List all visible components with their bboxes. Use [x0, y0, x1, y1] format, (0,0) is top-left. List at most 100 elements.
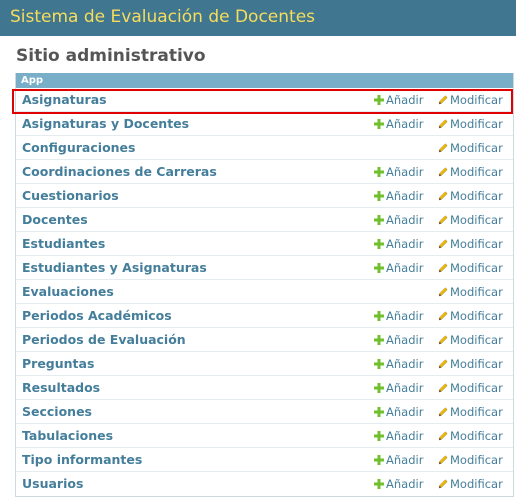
change-link[interactable]: Modificar [438, 285, 503, 299]
plus-icon [374, 191, 384, 201]
model-row: Preguntas Añadir Modificar [16, 352, 513, 376]
add-label: Añadir [386, 453, 424, 467]
plus-icon [374, 479, 384, 489]
plus-icon [374, 263, 384, 273]
model-link[interactable]: Tipo informantes [22, 452, 142, 468]
change-label: Modificar [450, 309, 503, 323]
model-row: Configuraciones Modificar [16, 136, 513, 160]
module-caption[interactable]: App [16, 73, 513, 88]
model-link[interactable]: Usuarios [22, 476, 83, 492]
model-link[interactable]: Asignaturas [22, 92, 107, 108]
model-row: Cuestionarios Añadir Modificar [16, 184, 513, 208]
add-link[interactable]: Añadir [374, 429, 423, 443]
model-link[interactable]: Evaluaciones [22, 284, 114, 300]
pencil-icon [438, 431, 448, 441]
add-link[interactable]: Añadir [374, 477, 423, 491]
add-label: Añadir [386, 333, 424, 347]
change-link[interactable]: Modificar [438, 165, 503, 179]
add-link[interactable]: Añadir [374, 261, 423, 275]
model-link[interactable]: Tabulaciones [22, 428, 113, 444]
add-link[interactable]: Añadir [374, 453, 423, 467]
model-link[interactable]: Periodos Académicos [22, 308, 172, 324]
model-row: Estudiantes y Asignaturas Añadir Modificar [16, 256, 513, 280]
pencil-icon [438, 239, 448, 249]
change-link[interactable]: Modificar [438, 477, 503, 491]
add-link[interactable]: Añadir [374, 333, 423, 347]
model-row: Docentes Añadir Modificar [16, 208, 513, 232]
change-link[interactable]: Modificar [438, 237, 503, 251]
change-link[interactable]: Modificar [438, 309, 503, 323]
add-link[interactable]: Añadir [374, 189, 423, 203]
change-label: Modificar [450, 405, 503, 419]
change-link[interactable]: Modificar [438, 333, 503, 347]
model-link[interactable]: Estudiantes [22, 236, 105, 252]
model-link[interactable]: Configuraciones [22, 140, 135, 156]
change-label: Modificar [450, 477, 503, 491]
add-label: Añadir [386, 165, 424, 179]
add-link[interactable]: Añadir [374, 381, 423, 395]
change-link[interactable]: Modificar [438, 429, 503, 443]
model-row: Periodos de Evaluación Añadir Modificar [16, 328, 513, 352]
change-link[interactable]: Modificar [438, 405, 503, 419]
add-link[interactable]: Añadir [374, 213, 423, 227]
model-link[interactable]: Coordinaciones de Carreras [22, 164, 217, 180]
model-row: Asignaturas Añadir Modificar [16, 88, 513, 112]
plus-icon [374, 383, 384, 393]
add-link[interactable]: Añadir [374, 117, 423, 131]
plus-icon [374, 431, 384, 441]
pencil-icon [438, 311, 448, 321]
plus-icon [374, 119, 384, 129]
change-label: Modificar [450, 261, 503, 275]
pencil-icon [438, 383, 448, 393]
change-link[interactable]: Modificar [438, 141, 503, 155]
change-link[interactable]: Modificar [438, 189, 503, 203]
add-link[interactable]: Añadir [374, 357, 423, 371]
pencil-icon [438, 215, 448, 225]
model-link[interactable]: Estudiantes y Asignaturas [22, 260, 207, 276]
model-link[interactable]: Asignaturas y Docentes [22, 116, 189, 132]
site-title[interactable]: Sistema de Evaluación de Docentes [10, 7, 315, 27]
pencil-icon [438, 263, 448, 273]
model-link[interactable]: Resultados [22, 380, 100, 396]
change-link[interactable]: Modificar [438, 453, 503, 467]
pencil-icon [438, 191, 448, 201]
model-link[interactable]: Cuestionarios [22, 188, 119, 204]
change-label: Modificar [450, 213, 503, 227]
pencil-icon [438, 167, 448, 177]
pencil-icon [438, 95, 448, 105]
model-row: Tipo informantes Añadir Modificar [16, 448, 513, 472]
plus-icon [374, 455, 384, 465]
model-link[interactable]: Docentes [22, 212, 88, 228]
pencil-icon [438, 335, 448, 345]
model-link[interactable]: Secciones [22, 404, 92, 420]
add-link[interactable]: Añadir [374, 93, 423, 107]
plus-icon [374, 95, 384, 105]
change-label: Modificar [450, 93, 503, 107]
add-link[interactable]: Añadir [374, 237, 423, 251]
add-label: Añadir [386, 213, 424, 227]
change-link[interactable]: Modificar [438, 213, 503, 227]
add-label: Añadir [386, 477, 424, 491]
model-row: Asignaturas y Docentes Añadir Modificar [16, 112, 513, 136]
change-link[interactable]: Modificar [438, 261, 503, 275]
change-link[interactable]: Modificar [438, 357, 503, 371]
model-row: Coordinaciones de Carreras Añadir Modifica… [16, 160, 513, 184]
change-label: Modificar [450, 357, 503, 371]
change-link[interactable]: Modificar [438, 93, 503, 107]
model-link[interactable]: Preguntas [22, 356, 94, 372]
add-link[interactable]: Añadir [374, 165, 423, 179]
model-row: Secciones Añadir Modificar [16, 400, 513, 424]
pencil-icon [438, 287, 448, 297]
model-row: Tabulaciones Añadir Modificar [16, 424, 513, 448]
add-label: Añadir [386, 309, 424, 323]
change-link[interactable]: Modificar [438, 117, 503, 131]
change-label: Modificar [450, 381, 503, 395]
add-label: Añadir [386, 261, 424, 275]
pencil-icon [438, 143, 448, 153]
change-label: Modificar [450, 165, 503, 179]
change-link[interactable]: Modificar [438, 381, 503, 395]
model-link[interactable]: Periodos de Evaluación [22, 332, 186, 348]
add-link[interactable]: Añadir [374, 309, 423, 323]
plus-icon [374, 239, 384, 249]
add-link[interactable]: Añadir [374, 405, 423, 419]
